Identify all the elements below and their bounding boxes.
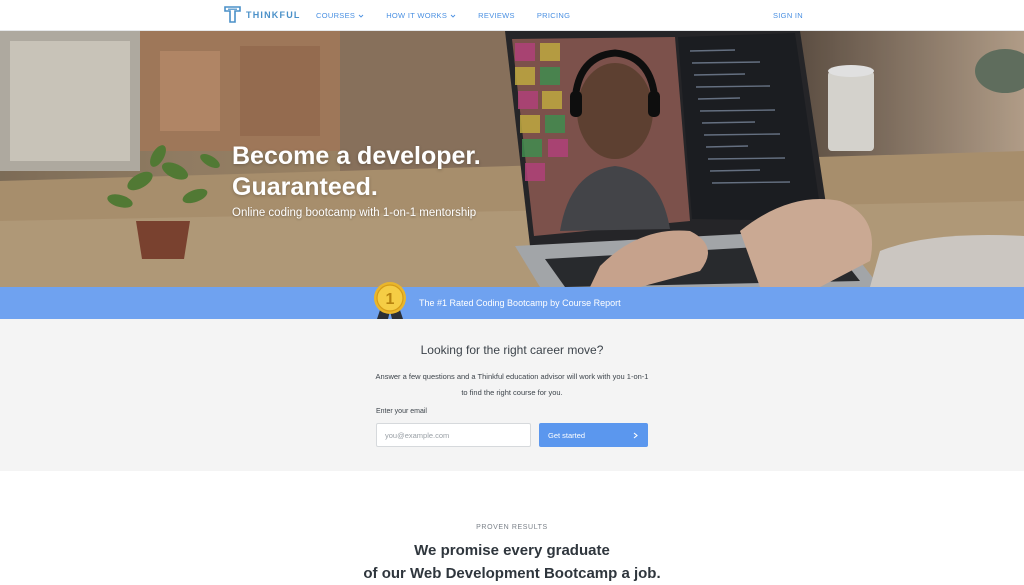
thinkful-logo-icon [224,6,241,23]
chevron-down-icon [358,14,364,18]
rating-band-text: The #1 Rated Coding Bootcamp by Course R… [419,298,621,308]
email-field[interactable] [376,423,531,447]
career-form-section: Looking for the right career move? Answe… [0,319,1024,471]
proven-results-title: We promise every graduate of our Web Dev… [0,539,1024,585]
nav-courses[interactable]: COURSES [316,11,364,20]
get-started-button[interactable]: Get started [539,423,648,447]
hero-photo [0,31,1024,287]
logo-text: THINKFUL [246,9,301,20]
chevron-down-icon [450,14,456,18]
hero-title-line2: Guaranteed. [232,173,378,201]
chevron-right-icon [633,432,638,438]
nav-pricing-label: PRICING [536,11,571,20]
hero-banner: Become a developer. Guaranteed. Online c… [0,31,1024,287]
nav-reviews[interactable]: REVIEWS [478,11,515,20]
get-started-label: Get started [548,430,586,440]
hero-title: Become a developer. Guaranteed. [232,141,481,203]
proven-results-label: PROVEN RESULTS [476,524,548,531]
nav-how-it-works[interactable]: HOW IT WORKS [386,11,456,20]
nav-how-it-works-label: HOW IT WORKS [386,11,448,20]
proven-results-title-line2: of our Web Development Bootcamp a job. [363,565,661,582]
form-title: Looking for the right career move? [420,343,604,357]
sign-in-link[interactable]: SIGN IN [773,11,803,20]
nav-links: COURSES HOW IT WORKS REVIEWS PRICING [316,11,592,20]
hero-subtitle: Online coding bootcamp with 1-on-1 mento… [232,207,477,219]
form-description: Answer a few questions and a Thinkful ed… [375,372,649,397]
proven-results-title-line1: We promise every graduate [414,542,610,559]
top-nav: THINKFUL COURSES HOW IT WORKS REVIEWS PR… [0,0,1024,31]
nav-courses-label: COURSES [316,11,356,20]
rating-band: The #1 Rated Coding Bootcamp by Course R… [0,287,1024,319]
medal-number: 1 [386,291,395,308]
email-label: Enter your email [376,408,427,415]
logo[interactable]: THINKFUL [224,6,301,23]
nav-pricing[interactable]: PRICING [537,11,570,20]
nav-reviews-label: REVIEWS [478,11,515,20]
hero-title-line1: Become a developer. [232,142,481,170]
